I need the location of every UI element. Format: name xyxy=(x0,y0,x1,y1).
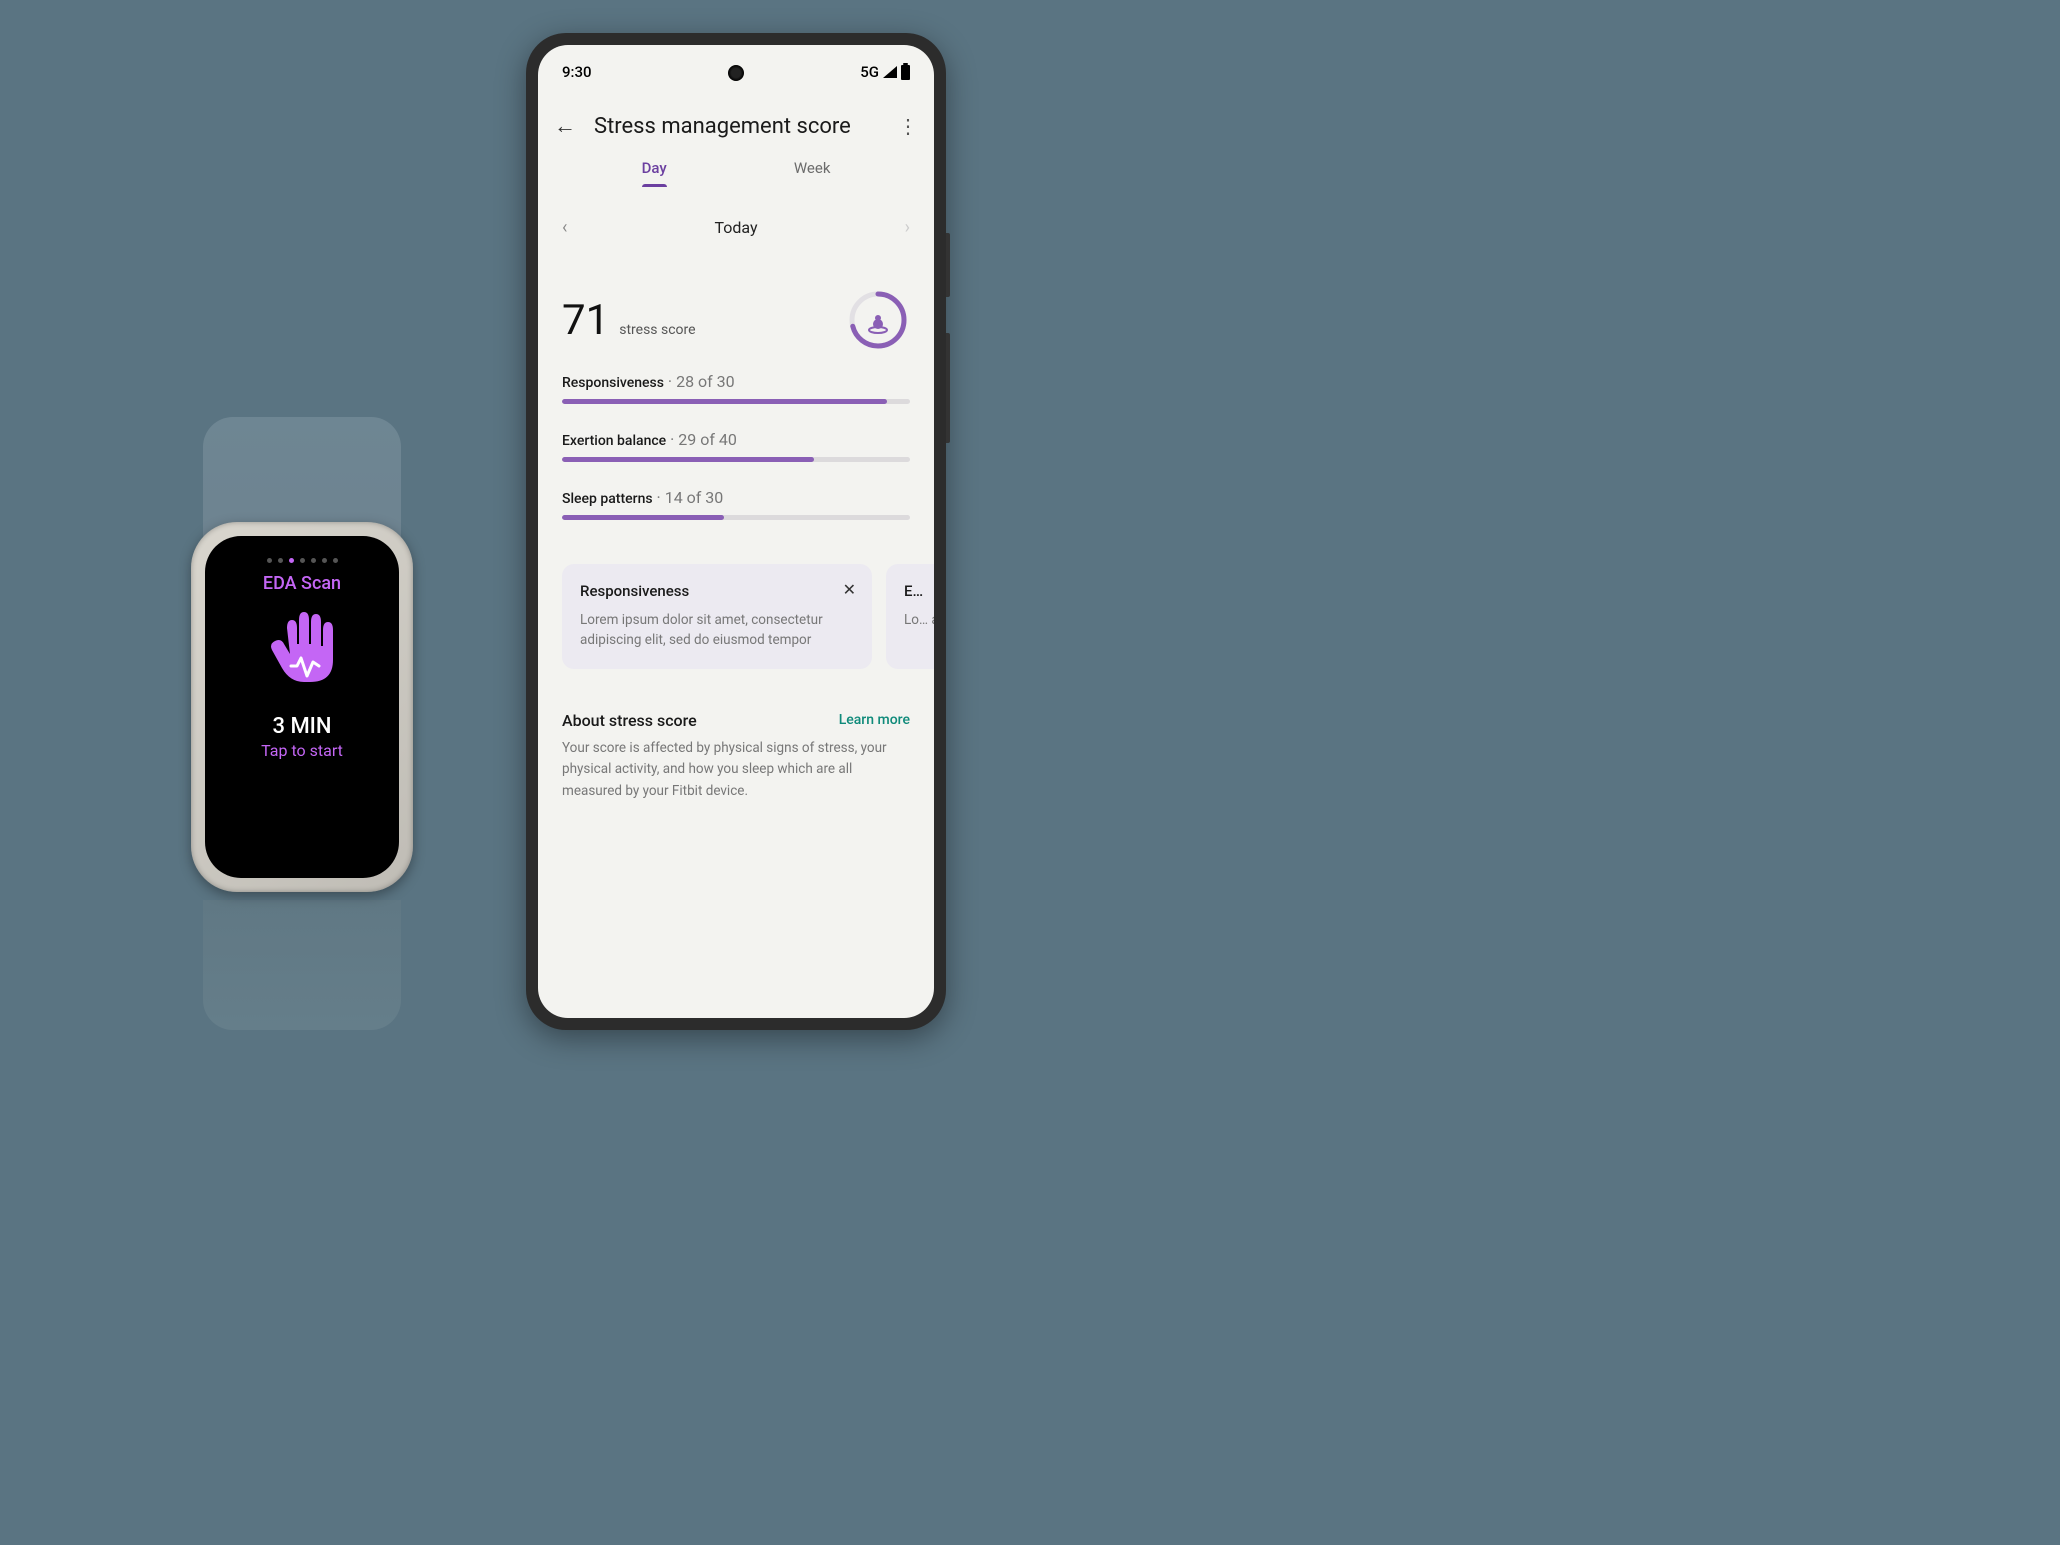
metrics-list: Responsiveness · 28 of 30 Exertion balanc… xyxy=(538,372,934,546)
watch-page-indicator xyxy=(267,558,338,563)
prev-day-button[interactable]: ‹ xyxy=(562,217,567,238)
page-dot xyxy=(289,558,294,563)
phone-screen: 9:30 5G ← Stress management score ⋮ Day … xyxy=(538,45,934,1018)
next-day-button[interactable]: › xyxy=(905,217,910,238)
info-card[interactable]: ✕Responsiveness Lorem ipsum dolor sit ame… xyxy=(562,564,872,669)
hand-icon xyxy=(267,608,337,696)
fitness-tracker: EDA Scan 3 MIN Tap to start xyxy=(191,417,413,1030)
page-dot xyxy=(267,558,272,563)
close-icon[interactable]: ✕ xyxy=(843,580,856,599)
metric-row[interactable]: Responsiveness · 28 of 30 xyxy=(562,372,910,404)
score-value: 71 xyxy=(562,296,609,345)
watch-duration-label: 3 MIN xyxy=(272,714,331,739)
page-dot xyxy=(333,558,338,563)
status-network-label: 5G xyxy=(860,63,879,81)
phone-volume-button xyxy=(946,333,950,443)
watch-screen[interactable]: EDA Scan 3 MIN Tap to start xyxy=(205,536,399,878)
metric-count: · 28 of 30 xyxy=(668,372,735,391)
watch-body: EDA Scan 3 MIN Tap to start xyxy=(191,522,413,892)
back-button[interactable]: ← xyxy=(554,113,576,139)
page-title: Stress management score xyxy=(594,114,880,139)
metric-count: · 14 of 30 xyxy=(657,488,724,507)
tab-week[interactable]: Week xyxy=(794,159,831,187)
metric-label: Sleep patterns xyxy=(562,491,653,507)
watch-band-bottom xyxy=(203,900,401,1030)
page-dot xyxy=(278,558,283,563)
info-cards-row[interactable]: ✕Responsiveness Lorem ipsum dolor sit ame… xyxy=(538,546,934,687)
date-navigator: ‹ Today › xyxy=(538,193,934,248)
more-options-button[interactable]: ⋮ xyxy=(898,114,918,138)
metric-bar xyxy=(562,515,910,520)
app-header: ← Stress management score ⋮ xyxy=(538,99,934,159)
card-title: Responsiveness xyxy=(580,582,854,600)
card-body: Lo… ad… xyxy=(904,610,934,630)
metric-row[interactable]: Sleep patterns · 14 of 30 xyxy=(562,488,910,520)
battery-icon xyxy=(901,65,910,80)
page-dot xyxy=(300,558,305,563)
signal-icon xyxy=(883,66,897,78)
page-dot xyxy=(311,558,316,563)
score-label: stress score xyxy=(619,322,695,338)
card-body: Lorem ipsum dolor sit amet, consectetur … xyxy=(580,610,854,651)
front-camera xyxy=(728,65,744,81)
date-label: Today xyxy=(714,218,757,237)
metric-fill xyxy=(562,457,814,462)
metric-bar xyxy=(562,399,910,404)
metric-fill xyxy=(562,399,887,404)
score-summary: 71 stress score xyxy=(538,248,934,372)
watch-tap-prompt[interactable]: Tap to start xyxy=(261,741,343,760)
about-title: About stress score xyxy=(562,711,697,730)
time-range-tabs: Day Week xyxy=(538,159,934,193)
watch-app-title: EDA Scan xyxy=(263,573,341,594)
metric-label: Responsiveness xyxy=(562,375,664,391)
phone-power-button xyxy=(946,233,950,297)
metric-bar xyxy=(562,457,910,462)
score-ring-icon[interactable] xyxy=(846,288,910,352)
metric-label: Exertion balance xyxy=(562,433,666,449)
about-section-header: About stress score Learn more xyxy=(538,687,934,738)
page-dot xyxy=(322,558,327,563)
metric-count: · 29 of 40 xyxy=(670,430,737,449)
metric-row[interactable]: Exertion balance · 29 of 40 xyxy=(562,430,910,462)
tab-day[interactable]: Day xyxy=(642,159,667,187)
metric-fill xyxy=(562,515,724,520)
status-time: 9:30 xyxy=(562,63,592,81)
card-title: E… xyxy=(904,582,934,600)
about-body: Your score is affected by physical signs… xyxy=(538,738,934,827)
phone-frame: 9:30 5G ← Stress management score ⋮ Day … xyxy=(526,33,946,1030)
info-card[interactable]: E… Lo… ad… xyxy=(886,564,934,669)
learn-more-link[interactable]: Learn more xyxy=(839,712,910,728)
